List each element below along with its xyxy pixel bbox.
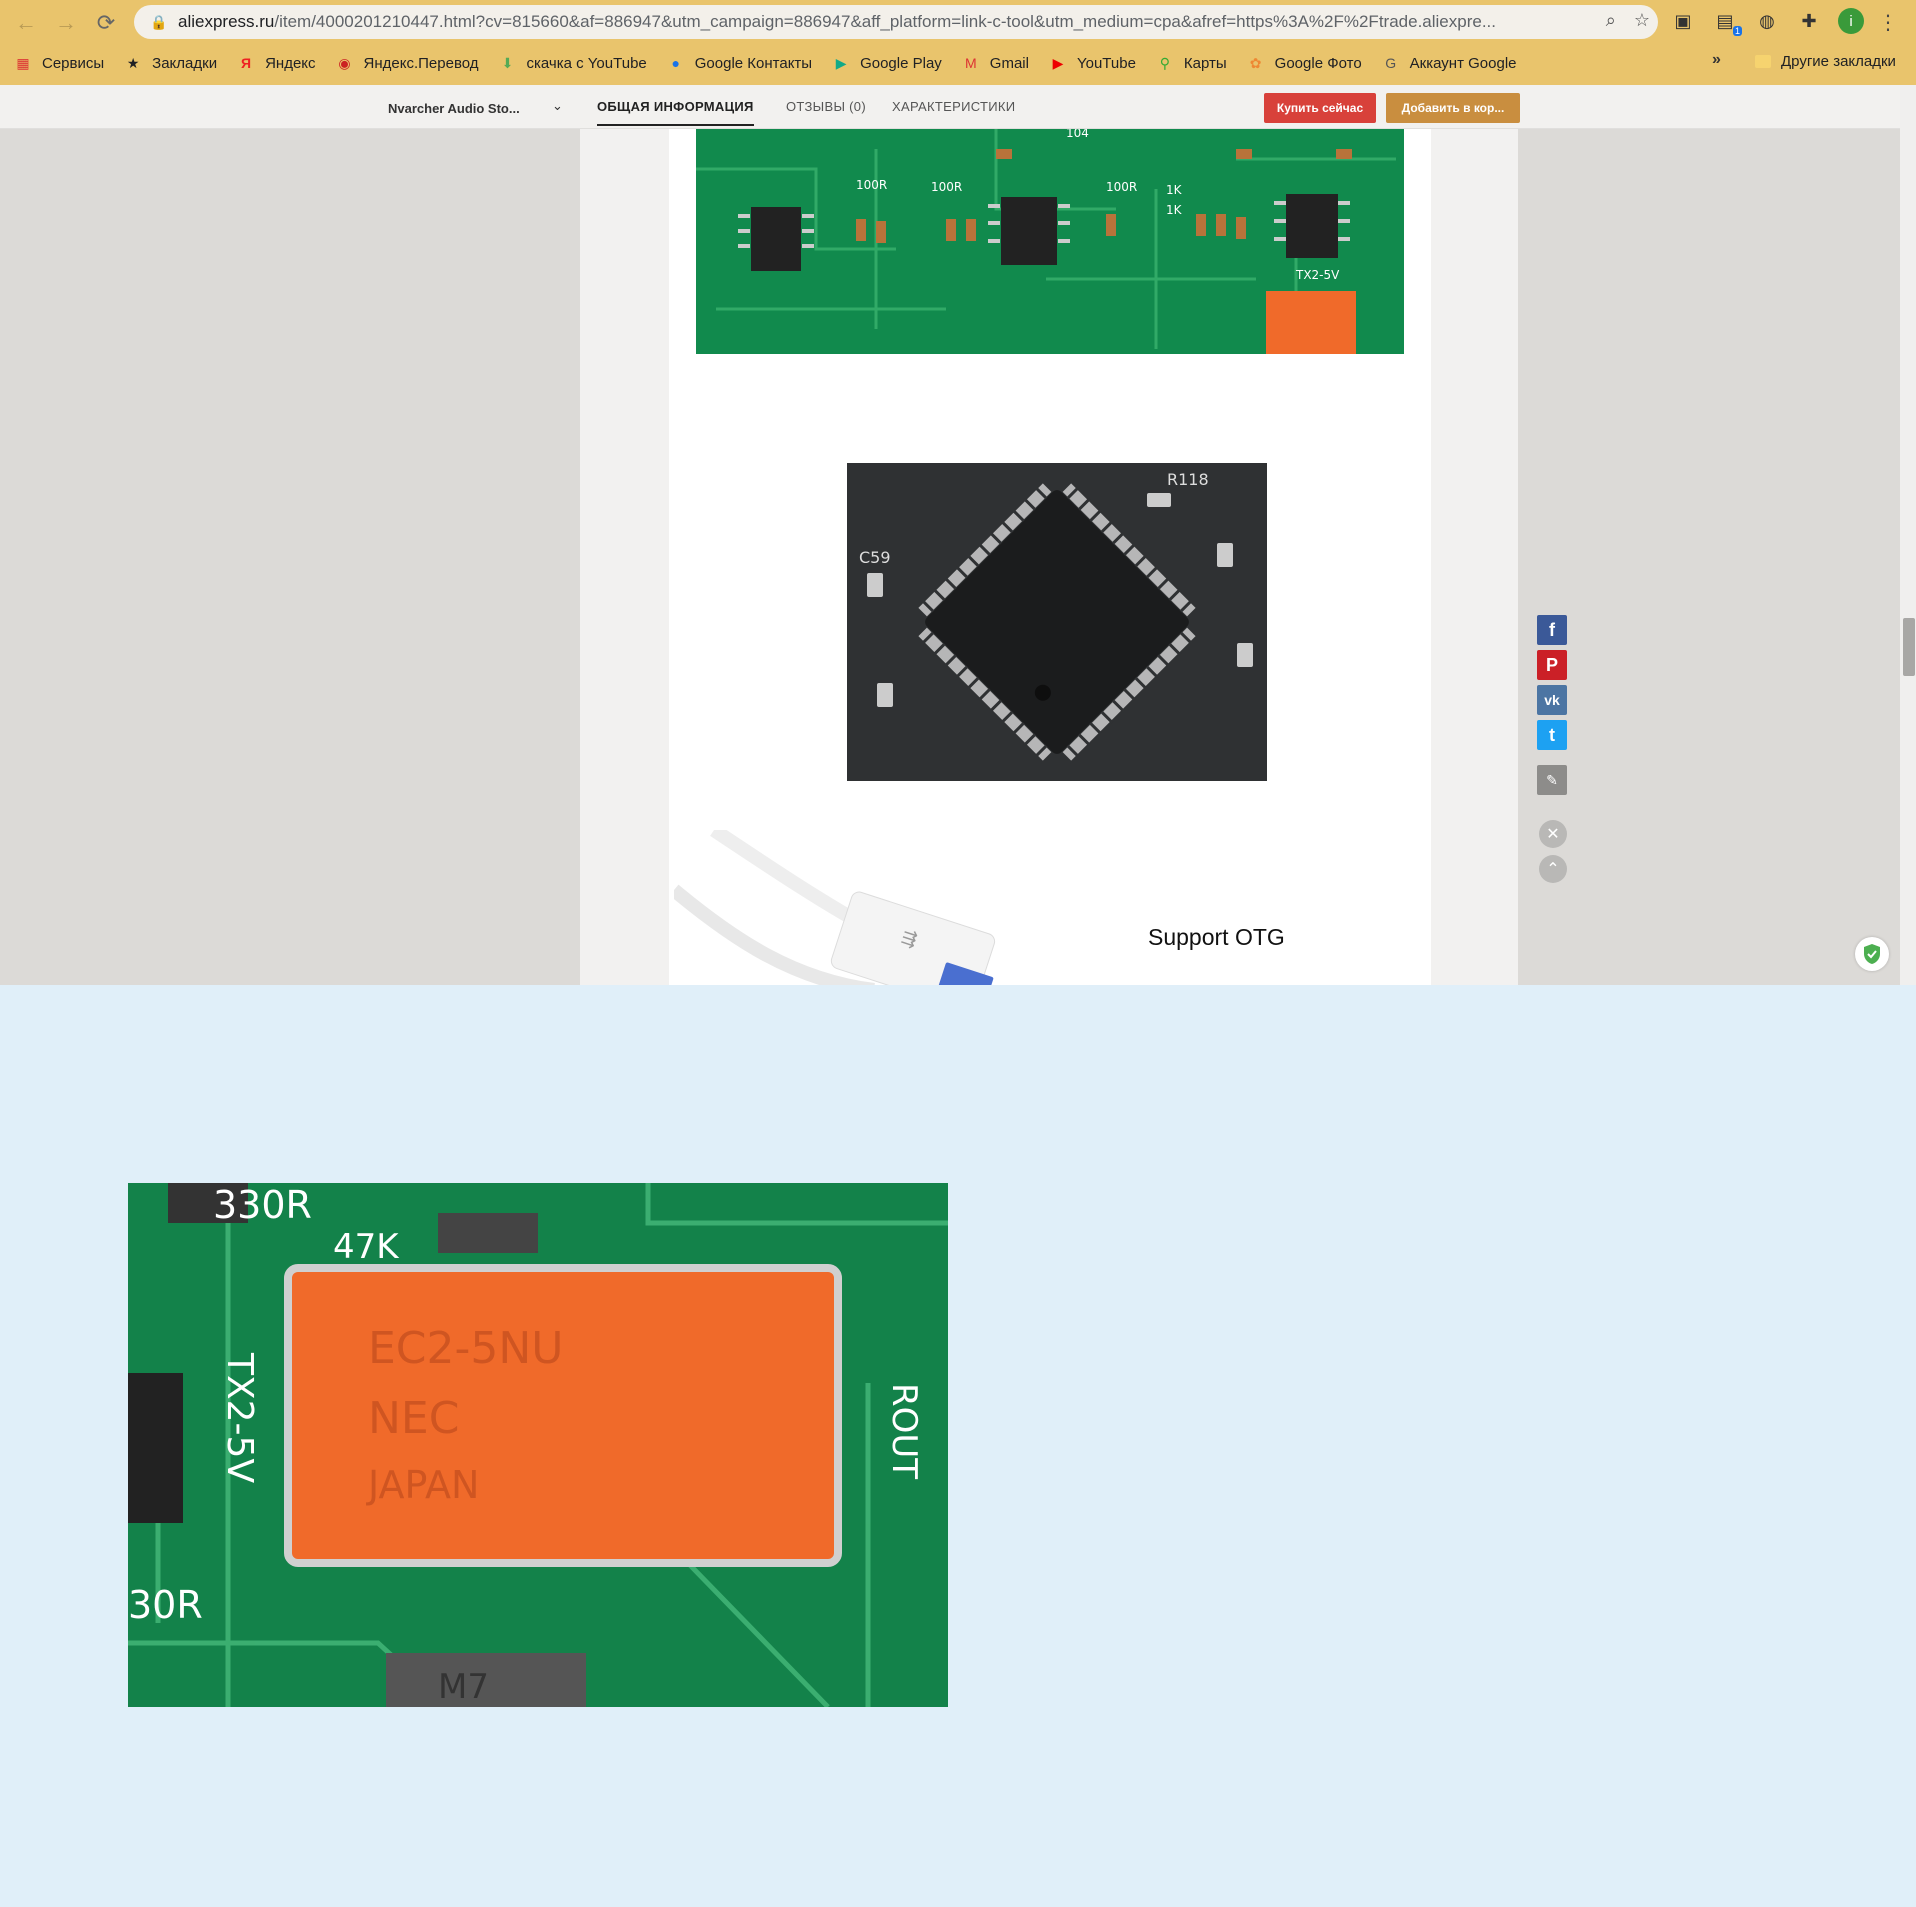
pcb-label: 100R [856, 178, 887, 192]
store-name[interactable]: Nvarcher Audio Sto... [388, 101, 520, 116]
pcb-label: 100R [931, 180, 962, 194]
relay-text: NEC [368, 1393, 459, 1444]
download-icon: ⬇ [501, 54, 514, 71]
tab-overview[interactable]: ОБЩАЯ ИНФОРМАЦИЯ [597, 99, 754, 126]
bookmark-item[interactable]: ▶ Google Play [832, 54, 942, 72]
zoom-pcb-label: TX2-5V [219, 1352, 260, 1483]
extension-badge: 1 [1732, 26, 1742, 36]
spy-extension-icon[interactable]: ◍ [1754, 8, 1780, 34]
bookmark-item[interactable]: ● Google Контакты [667, 54, 813, 72]
google-icon: G [1385, 55, 1397, 71]
gmail-icon: M [964, 55, 977, 71]
more-bookmarks-button[interactable]: » [1712, 51, 1721, 69]
zoom-pcb-label: ROUT [884, 1383, 924, 1479]
chevron-down-icon[interactable]: ⌄ [552, 98, 563, 114]
zoom-icon[interactable]: ⌕ [1606, 10, 1616, 31]
bookmark-item[interactable]: ★ Закладки [124, 54, 217, 72]
back-button[interactable]: ← [6, 3, 46, 43]
contacts-icon: ● [671, 55, 680, 71]
close-icon[interactable]: ✕ [1539, 820, 1567, 848]
translate-icon: ◉ [338, 54, 351, 71]
other-bookmarks[interactable]: Другие закладки [1755, 53, 1896, 70]
bookmark-item[interactable]: ⚲ Карты [1156, 54, 1227, 72]
twitter-share-icon[interactable]: t [1537, 720, 1567, 750]
folder-icon [1755, 55, 1771, 68]
lock-icon: 🔒 [150, 14, 168, 30]
vk-share-icon[interactable]: vk [1537, 685, 1567, 715]
bookmark-item[interactable]: ▶ YouTube [1049, 54, 1136, 72]
pinterest-share-icon[interactable]: P [1537, 650, 1567, 680]
edit-pencil-icon[interactable]: ✎ [1537, 765, 1567, 795]
url-path: /item/4000201210447.html?cv=815660&af=88… [274, 12, 1496, 31]
bookmark-item[interactable]: Я Яндекс [237, 54, 315, 72]
otg-cable-photo: ⇶ [674, 830, 1054, 985]
bookmark-item[interactable]: ◉ Яндекс.Перевод [336, 54, 478, 72]
zoom-pcb-label: 30R [128, 1583, 203, 1627]
photos-icon: ✿ [1249, 54, 1262, 71]
zoom-pcb-label: 330R [213, 1183, 312, 1227]
bookmark-item[interactable]: ⬇ скачка с YouTube [499, 54, 647, 72]
relay-zoom-photo: EC2-5NU NEC JAPAN 330R 47K TX2-5V ROUT 3… [128, 1183, 948, 1707]
scroll-up-icon[interactable]: ⌃ [1539, 855, 1567, 883]
add-to-cart-button[interactable]: Добавить в кор... [1386, 93, 1520, 123]
yandex-icon: Я [241, 55, 252, 71]
reload-button[interactable]: ⟳ [86, 3, 126, 43]
zoom-pcb-label: M7 [438, 1667, 489, 1707]
star-icon: ★ [126, 54, 140, 71]
url-host: aliexpress.ru [178, 12, 275, 31]
pcb-label: TX2-5V [1295, 268, 1340, 282]
menu-dots-icon[interactable]: ⋮ [1878, 10, 1898, 35]
tab-specs[interactable]: ХАРАКТЕРИСТИКИ [892, 99, 1015, 114]
relay-text: EC2-5NU [368, 1323, 564, 1374]
extension-icon[interactable]: ▣ [1670, 8, 1696, 34]
relay-text: JAPAN [366, 1463, 479, 1507]
puzzle-icon[interactable]: ✚ [1796, 8, 1822, 34]
forward-button[interactable]: → [46, 3, 86, 43]
scrollbar-thumb[interactable] [1903, 618, 1915, 676]
youtube-icon: ▶ [1052, 54, 1064, 71]
pcb-label: 1K [1166, 183, 1183, 197]
browser-chrome: ← → ⟳ 🔒 aliexpress.ru/item/4000201210447… [0, 0, 1916, 85]
pcb-label: 104 [1066, 129, 1089, 140]
chip-label: R118 [1167, 470, 1209, 489]
address-bar[interactable]: 🔒 aliexpress.ru/item/4000201210447.html?… [134, 5, 1658, 39]
apps-grid-icon: ▦ [16, 54, 30, 71]
pcb-label: 1K [1166, 203, 1183, 217]
pcb-label: 100R [1106, 180, 1137, 194]
buy-now-button[interactable]: Купить сейчас [1264, 93, 1376, 123]
zoom-pcb-label: 47K [333, 1227, 400, 1267]
play-icon: ▶ [835, 54, 847, 71]
page-viewport: 100R 100R 100R 104 1K 1K TX2-5V C59 R118… [0, 85, 1916, 985]
facebook-share-icon[interactable]: f [1537, 615, 1567, 645]
bookmark-star-icon[interactable]: ☆ [1634, 10, 1650, 31]
bookmark-item[interactable]: ▦ Сервисы [14, 54, 104, 72]
shield-check-icon[interactable] [1855, 937, 1889, 971]
scrollbar[interactable] [1900, 85, 1916, 985]
product-nav-bar: Nvarcher Audio Sto... ⌄ ОБЩАЯ ИНФОРМАЦИЯ… [0, 85, 1900, 129]
extension-badge-icon[interactable]: ▤ 1 [1712, 8, 1742, 36]
bookmarks-bar: ▦ Сервисы ★ Закладки Я Яндекс ◉ Яндекс.Перев… [0, 47, 1916, 79]
maps-icon: ⚲ [1159, 54, 1171, 71]
otg-caption: Support OTG [1148, 924, 1285, 950]
tab-reviews[interactable]: ОТЗЫВЫ (0) [786, 99, 866, 114]
bookmark-item[interactable]: ✿ Google Фото [1247, 54, 1362, 72]
bookmark-item[interactable]: G Аккаунт Google [1382, 54, 1516, 72]
chip-label: C59 [859, 548, 891, 567]
pcb-photo: 100R 100R 100R 104 1K 1K TX2-5V [696, 129, 1404, 354]
bookmark-item[interactable]: M Gmail [962, 54, 1029, 72]
profile-avatar[interactable]: i [1838, 8, 1864, 34]
chip-photo: C59 R118 [847, 463, 1267, 781]
